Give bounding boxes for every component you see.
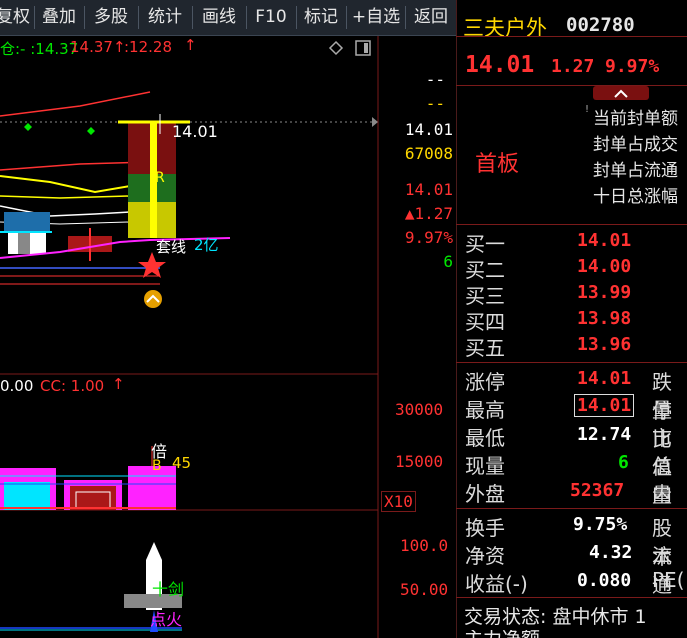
arrow-up-icon: ↑ — [112, 375, 125, 393]
axis-volume-label: 67008 — [404, 144, 453, 163]
toolbar-separator — [138, 6, 139, 29]
chevron-up-icon — [614, 89, 628, 98]
stat-label: 最低 — [465, 426, 505, 450]
toolbar-mark-button[interactable]: 标记 — [299, 0, 343, 35]
divider — [456, 85, 687, 86]
bid-price[interactable]: 14.00 — [577, 256, 631, 277]
candle-r-label: R — [155, 170, 165, 186]
price-change-pct: 9.97% — [605, 56, 660, 77]
stats-grid: 涨停 14.01 跌停 最高 14.01 量比 最低 12.74 市值 现量 6… — [456, 362, 687, 508]
collapse-button[interactable] — [593, 86, 649, 100]
stat-label: 现量 — [465, 454, 505, 478]
stat-value: 52367 — [570, 480, 625, 501]
arrow-up-icon: ↑ — [184, 36, 197, 54]
axis-label: -- — [425, 70, 445, 89]
toolbar-separator — [405, 6, 406, 29]
ind-axis-label: 100.0 — [400, 536, 449, 555]
info-line: 当前封单额 — [593, 109, 678, 129]
fin-value: 0.080 — [577, 570, 632, 591]
bid-label: 买一 — [465, 232, 505, 256]
toolbar-separator — [84, 6, 85, 29]
bid-label: 买三 — [465, 284, 505, 308]
stat-value: 14.01 — [577, 368, 632, 389]
toolbar-separator — [246, 6, 247, 29]
toolbar-separator — [346, 6, 347, 29]
ind-axis-label: 50.00 — [400, 580, 449, 599]
ind-fire-label: 点火 — [150, 610, 183, 629]
fin-label: 换手 — [465, 516, 505, 540]
fin-label: 收益(-) — [465, 572, 528, 596]
stat-label: 最高 — [465, 398, 505, 422]
finance-grid: 换手 9.75% 股本 净资 4.32 流通 收益(-) 0.080 PE( — [456, 508, 687, 597]
bid-price[interactable]: 13.96 — [577, 334, 631, 355]
price-marker-label: 14.01 — [172, 122, 218, 141]
bid-list: 买一 14.01 买二 14.00 买三 13.99 买四 13.98 买五 1… — [456, 224, 687, 362]
stat-label: 涨停 — [465, 370, 505, 394]
bid-label: 买四 — [465, 310, 505, 334]
toolbar-multistock-button[interactable]: 多股 — [87, 0, 135, 35]
fin-label: 净资 — [465, 544, 505, 568]
chart-header-text: 仓:- :14.37 — [0, 40, 79, 58]
info-line: 十日总涨幅 — [593, 187, 678, 207]
fin-value: 4.32 — [589, 542, 633, 563]
vol-axis-label: 15000 — [395, 452, 444, 471]
bid-price[interactable]: 13.99 — [577, 282, 631, 303]
toolbar-separator — [34, 6, 35, 29]
board-label: 首板 — [475, 152, 520, 177]
axis-last-price: 14.01 — [404, 180, 453, 199]
price-change: 1.27 — [551, 56, 595, 77]
chart-header-high: 14.37↑ — [70, 38, 126, 56]
vol-header-cc: CC: 1.00 — [40, 377, 105, 395]
stat-value: 6 — [618, 452, 629, 473]
amount-label: 2亿 — [194, 236, 219, 254]
fin-label-right: PE( — [652, 568, 685, 592]
stock-name[interactable]: 三夫户外 — [463, 12, 547, 42]
toolbar-separator — [192, 6, 193, 29]
bid-price[interactable]: 13.98 — [577, 308, 631, 329]
axis-price-label: 14.01 — [404, 120, 453, 139]
toolbar-separator — [296, 6, 297, 29]
axis-change-pct: 9.97% — [404, 228, 453, 247]
jiaxian-label: 套线 — [156, 238, 187, 256]
toolbar-overlay-button[interactable]: 叠加 — [37, 0, 81, 35]
stat-label-right: 内盘 — [652, 482, 672, 506]
toolbar-f10-button[interactable]: F10 — [249, 0, 293, 35]
divider — [456, 36, 687, 37]
stat-value: 12.74 — [577, 424, 632, 445]
fin-value: 9.75% — [573, 514, 628, 535]
divider — [456, 597, 687, 598]
vol-header-value: 0.00 — [0, 377, 34, 395]
toolbar-back-button[interactable]: 返回 — [408, 0, 454, 35]
info-line: 封单占流通 — [593, 161, 678, 181]
axis-change: ▲1.27 — [404, 204, 453, 223]
info-line: 封单占成交 — [593, 135, 678, 155]
kline-chart-svg — [0, 36, 379, 638]
bid-price[interactable]: 14.01 — [577, 230, 631, 251]
kline-chart-area[interactable]: 仓:- :14.37 14.37↑ :12.28 ↑ 14.01 R 套线 2亿… — [0, 36, 455, 638]
info-marker-icon: ! — [585, 104, 590, 115]
toolbar-draw-line-button[interactable]: 画线 — [195, 0, 243, 35]
toolbar: 复权 叠加 多股 统计 画线 F10 标记 +自选 返回 — [0, 0, 456, 36]
current-price: 14.01 — [465, 52, 535, 78]
ind-jian-label: 十剑 — [152, 580, 185, 599]
vol-axis-label: 30000 — [395, 400, 444, 419]
trade-status: 交易状态: 盘中休市 1 — [464, 606, 647, 628]
bid-label: 买五 — [465, 336, 505, 360]
stat-value-highlight[interactable]: 14.01 — [574, 394, 635, 417]
bottom-partial-text: 主力净额 — [464, 630, 687, 638]
stock-code: 002780 — [566, 14, 635, 36]
bid-label: 买二 — [465, 258, 505, 282]
chart-header-low: :12.28 — [124, 38, 172, 56]
vol-multiplier-button[interactable]: X10 — [381, 491, 416, 512]
toolbar-fuquan-button[interactable]: 复权 — [0, 0, 30, 35]
axis-current-vol: 6 — [443, 252, 453, 271]
vol-b-label: B — [152, 458, 162, 474]
toolbar-stats-button[interactable]: 统计 — [141, 0, 189, 35]
vol-45-label: 45 — [172, 454, 192, 472]
stat-label: 外盘 — [465, 482, 505, 506]
toolbar-add-favorite-button[interactable]: +自选 — [349, 0, 403, 35]
axis-label: -- — [425, 94, 445, 113]
